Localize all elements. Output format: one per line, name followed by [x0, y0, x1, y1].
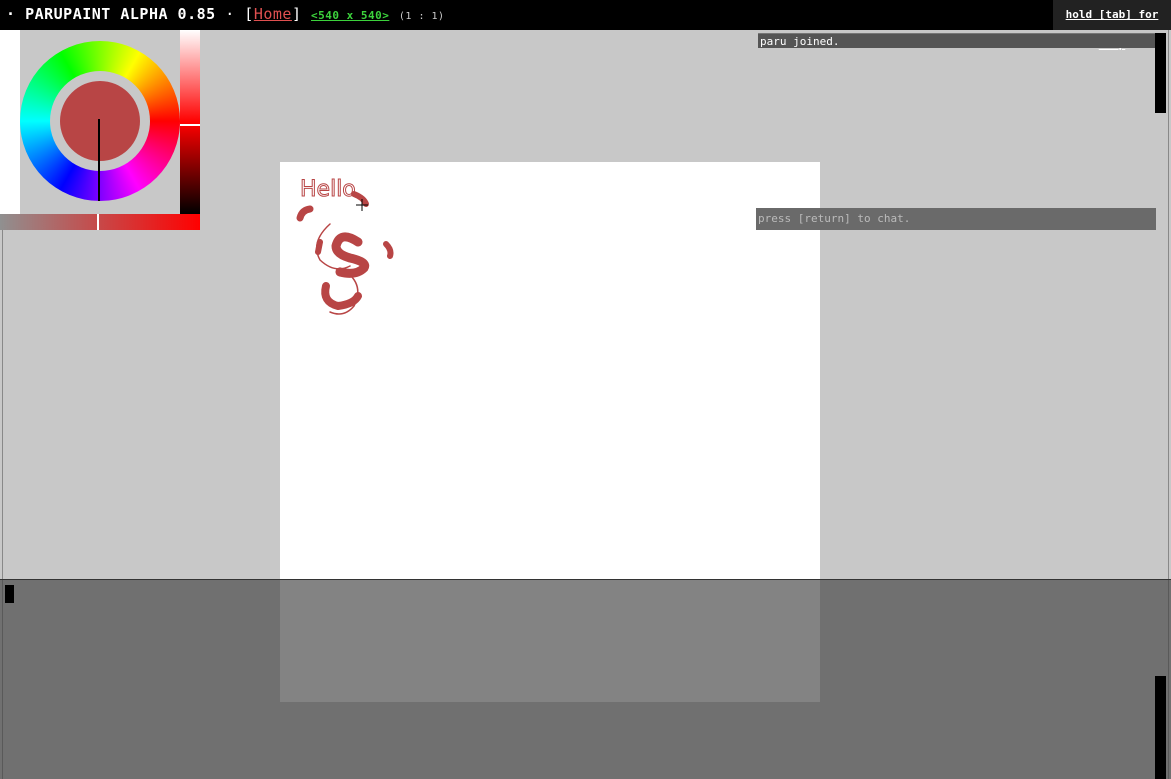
hue-wheel[interactable] [20, 41, 180, 201]
color-picker[interactable] [0, 30, 200, 230]
hue-indicator [98, 119, 100, 201]
brush-cursor-icon [356, 196, 368, 211]
color-picker-background [0, 30, 20, 214]
bracket-open: [ [244, 5, 254, 23]
stroke-left-mark [315, 239, 323, 255]
saturation-slider-handle[interactable] [97, 214, 99, 230]
lightness-slider-handle[interactable] [180, 124, 200, 126]
scrollbar-top[interactable] [1155, 33, 1166, 113]
saturation-slider[interactable] [0, 214, 200, 230]
stroke-left-dash [296, 205, 314, 222]
handwritten-hello: Hello [300, 177, 356, 202]
chat-message: paru joined. [758, 33, 1156, 48]
chat-input[interactable]: press [return] to chat. [756, 208, 1156, 230]
zoom-ratio: (1 : 1) [398, 11, 445, 22]
help-link[interactable]: hold [tab] for help [1053, 0, 1171, 51]
canvas-size-link[interactable]: <540 x 540> [311, 9, 389, 22]
title-prefix: · [6, 5, 26, 23]
home-link[interactable]: Home [254, 5, 292, 23]
title-bar: · PARUPAINT ALPHA 0.85 · [Home] <540 x 5… [0, 0, 1171, 51]
title-separator: · [215, 5, 245, 23]
app-title: · PARUPAINT ALPHA 0.85 · [Home] <540 x 5… [6, 4, 445, 27]
console-overlay[interactable] [0, 579, 1171, 779]
stroke-right-mark [383, 241, 394, 259]
hue-wheel-inner [50, 71, 150, 171]
lightness-slider[interactable] [180, 30, 200, 214]
stroke-bottom-curve [321, 282, 362, 310]
bracket-close: ] [291, 5, 302, 23]
app-name: PARUPAINT ALPHA 0.85 [25, 5, 216, 23]
text-caret [5, 585, 14, 603]
current-color-swatch [60, 81, 140, 161]
scrollbar-bottom[interactable] [1155, 676, 1166, 779]
